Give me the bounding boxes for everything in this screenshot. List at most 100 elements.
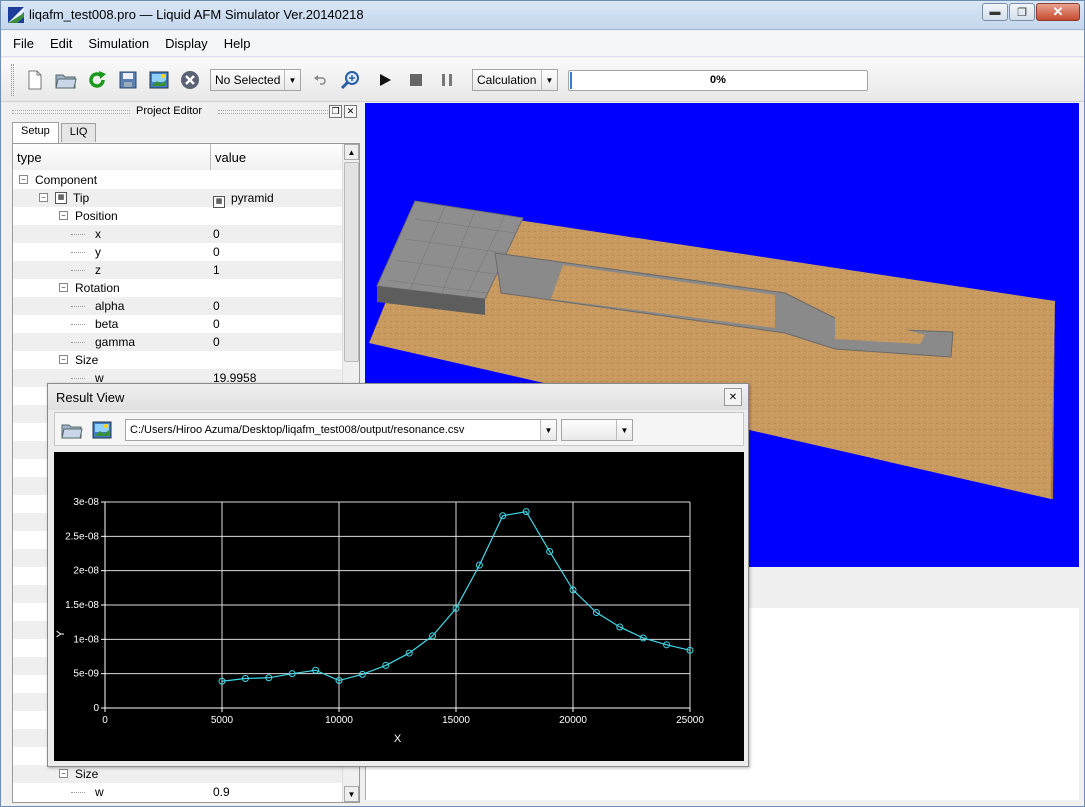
tree-row[interactable]: − Size — [13, 351, 343, 369]
collapse-icon[interactable]: − — [59, 283, 68, 292]
scroll-down-button[interactable]: ▼ — [344, 786, 359, 802]
result-path-select[interactable]: C:/Users/Hiroo Azuma/Desktop/liqafm_test… — [125, 419, 557, 441]
tree-row[interactable]: x0 — [13, 225, 343, 243]
component-icon: ▦ — [55, 192, 67, 204]
window-title: liqafm_test008.pro — Liquid AFM Simulato… — [29, 7, 364, 22]
tree-row-name: Position — [75, 209, 118, 223]
column-header-value[interactable]: value — [211, 144, 343, 170]
result-view-window: Result View ✕ C:/Users/Hiroo Azuma/Deskt… — [47, 383, 749, 767]
tree-row[interactable]: z1 — [13, 261, 343, 279]
progress-bar: 0% — [568, 70, 868, 91]
column-select[interactable]: ▼ — [561, 419, 633, 441]
tree-row[interactable]: beta 0 — [13, 315, 343, 333]
y-axis-label: Y — [55, 630, 67, 638]
collapse-icon[interactable]: − — [59, 211, 68, 220]
x-tick-label: 0 — [102, 715, 108, 726]
float-icon: ❐ — [331, 106, 340, 116]
open-folder-button[interactable] — [55, 69, 77, 91]
collapse-icon[interactable]: − — [19, 175, 28, 184]
dock-close-button[interactable]: ✕ — [344, 105, 357, 118]
undo-icon — [314, 75, 326, 85]
scroll-up-button[interactable]: ▲ — [344, 144, 359, 160]
play-button[interactable] — [374, 69, 396, 91]
collapse-icon[interactable]: − — [39, 193, 48, 202]
result-view-close-button[interactable]: ✕ — [724, 388, 742, 406]
tab-setup[interactable]: Setup — [12, 122, 59, 143]
export-image-button[interactable] — [148, 69, 170, 91]
maximize-button[interactable]: ❐ — [1009, 3, 1035, 21]
maximize-icon: ❐ — [1017, 6, 1027, 19]
tree-branch-line — [71, 792, 85, 793]
toolbar-grip[interactable] — [11, 64, 14, 96]
tree-row[interactable]: y0 — [13, 243, 343, 261]
tree-row-name: x — [95, 227, 101, 241]
tree-row-name: w — [95, 785, 104, 799]
chevron-down-icon: ▼ — [540, 420, 556, 440]
tree-row-value[interactable]: 0 — [213, 317, 220, 331]
tree-row[interactable]: − Rotation — [13, 279, 343, 297]
folder-icon — [61, 424, 83, 439]
tree-row-value[interactable]: 0 — [213, 245, 220, 259]
reload-button[interactable] — [86, 69, 108, 91]
export-plot-button[interactable] — [91, 419, 113, 441]
collapse-icon[interactable]: − — [59, 355, 68, 364]
undo-button[interactable] — [309, 69, 331, 91]
chevron-down-icon: ▼ — [284, 70, 300, 90]
tree-row[interactable]: − ▦ Tip ▦ pyramid — [13, 189, 343, 208]
tree-row[interactable]: w 0.9 — [13, 783, 343, 801]
refresh-icon — [89, 71, 106, 88]
zoom-button[interactable] — [339, 69, 361, 91]
column-header-type[interactable]: type — [13, 144, 211, 170]
y-tick-label: 0 — [93, 703, 99, 714]
x-tick-label: 15000 — [442, 715, 470, 726]
x-tick-label: 5000 — [211, 715, 234, 726]
tree-row-name: Component — [35, 173, 98, 187]
result-view-title-bar[interactable]: Result View ✕ — [48, 384, 748, 410]
menu-edit[interactable]: Edit — [48, 34, 74, 53]
stop-button[interactable] — [405, 69, 427, 91]
tree-branch-line — [71, 234, 85, 235]
dock-float-button[interactable]: ❐ — [329, 105, 342, 118]
y-tick-label: 1.5e-08 — [65, 600, 99, 611]
tree-row[interactable]: − Size — [13, 765, 343, 783]
tree-row[interactable]: gamma 0 — [13, 333, 343, 351]
x-tick-label: 20000 — [559, 715, 587, 726]
scroll-thumb[interactable] — [344, 162, 359, 362]
tree-row-value[interactable]: 0 — [213, 227, 220, 241]
tree-row[interactable]: − Component — [13, 171, 343, 189]
menu-display[interactable]: Display — [163, 34, 210, 53]
minimize-button[interactable]: ▬ — [982, 3, 1008, 21]
play-icon — [380, 74, 391, 86]
mode-select[interactable]: Calculation ▼ — [472, 69, 558, 91]
tab-liq[interactable]: LIQ — [60, 123, 97, 142]
tree-row-name: Size — [75, 353, 99, 367]
image-icon — [92, 421, 112, 439]
menu-help[interactable]: Help — [222, 34, 253, 53]
stop-all-button[interactable] — [179, 69, 201, 91]
menu-file[interactable]: File — [11, 34, 36, 53]
menu-simulation[interactable]: Simulation — [86, 34, 151, 53]
new-file-button[interactable] — [24, 69, 46, 91]
tree-branch-line — [71, 324, 85, 325]
tree-row-name: y — [95, 245, 101, 259]
collapse-icon[interactable]: − — [59, 769, 68, 778]
tree-row[interactable]: alpha 0 — [13, 297, 343, 315]
tree-row[interactable]: − Position — [13, 207, 343, 225]
pause-icon — [442, 74, 452, 86]
title-bar: liqafm_test008.pro — Liquid AFM Simulato… — [1, 1, 1084, 30]
pause-button[interactable] — [436, 69, 458, 91]
tree-row-name: alpha — [95, 299, 125, 313]
minimize-icon: ▬ — [989, 6, 1001, 18]
tree-row-value[interactable]: 0.9 — [213, 785, 230, 799]
open-result-button[interactable] — [61, 419, 83, 441]
tree-row-value[interactable]: 0 — [213, 335, 220, 349]
main-window: liqafm_test008.pro — Liquid AFM Simulato… — [0, 0, 1085, 807]
tree-row-value[interactable]: 1 — [213, 263, 220, 277]
tree-row-value[interactable]: ▦ pyramid — [213, 191, 274, 208]
save-button[interactable] — [117, 69, 139, 91]
close-button[interactable]: ✕ — [1036, 3, 1080, 21]
component-select-value: No Selected — [215, 73, 281, 87]
tree-row-value[interactable]: 0 — [213, 299, 220, 313]
y-tick-label: 1e-08 — [73, 634, 99, 645]
component-select[interactable]: No Selected ▼ — [210, 69, 301, 91]
